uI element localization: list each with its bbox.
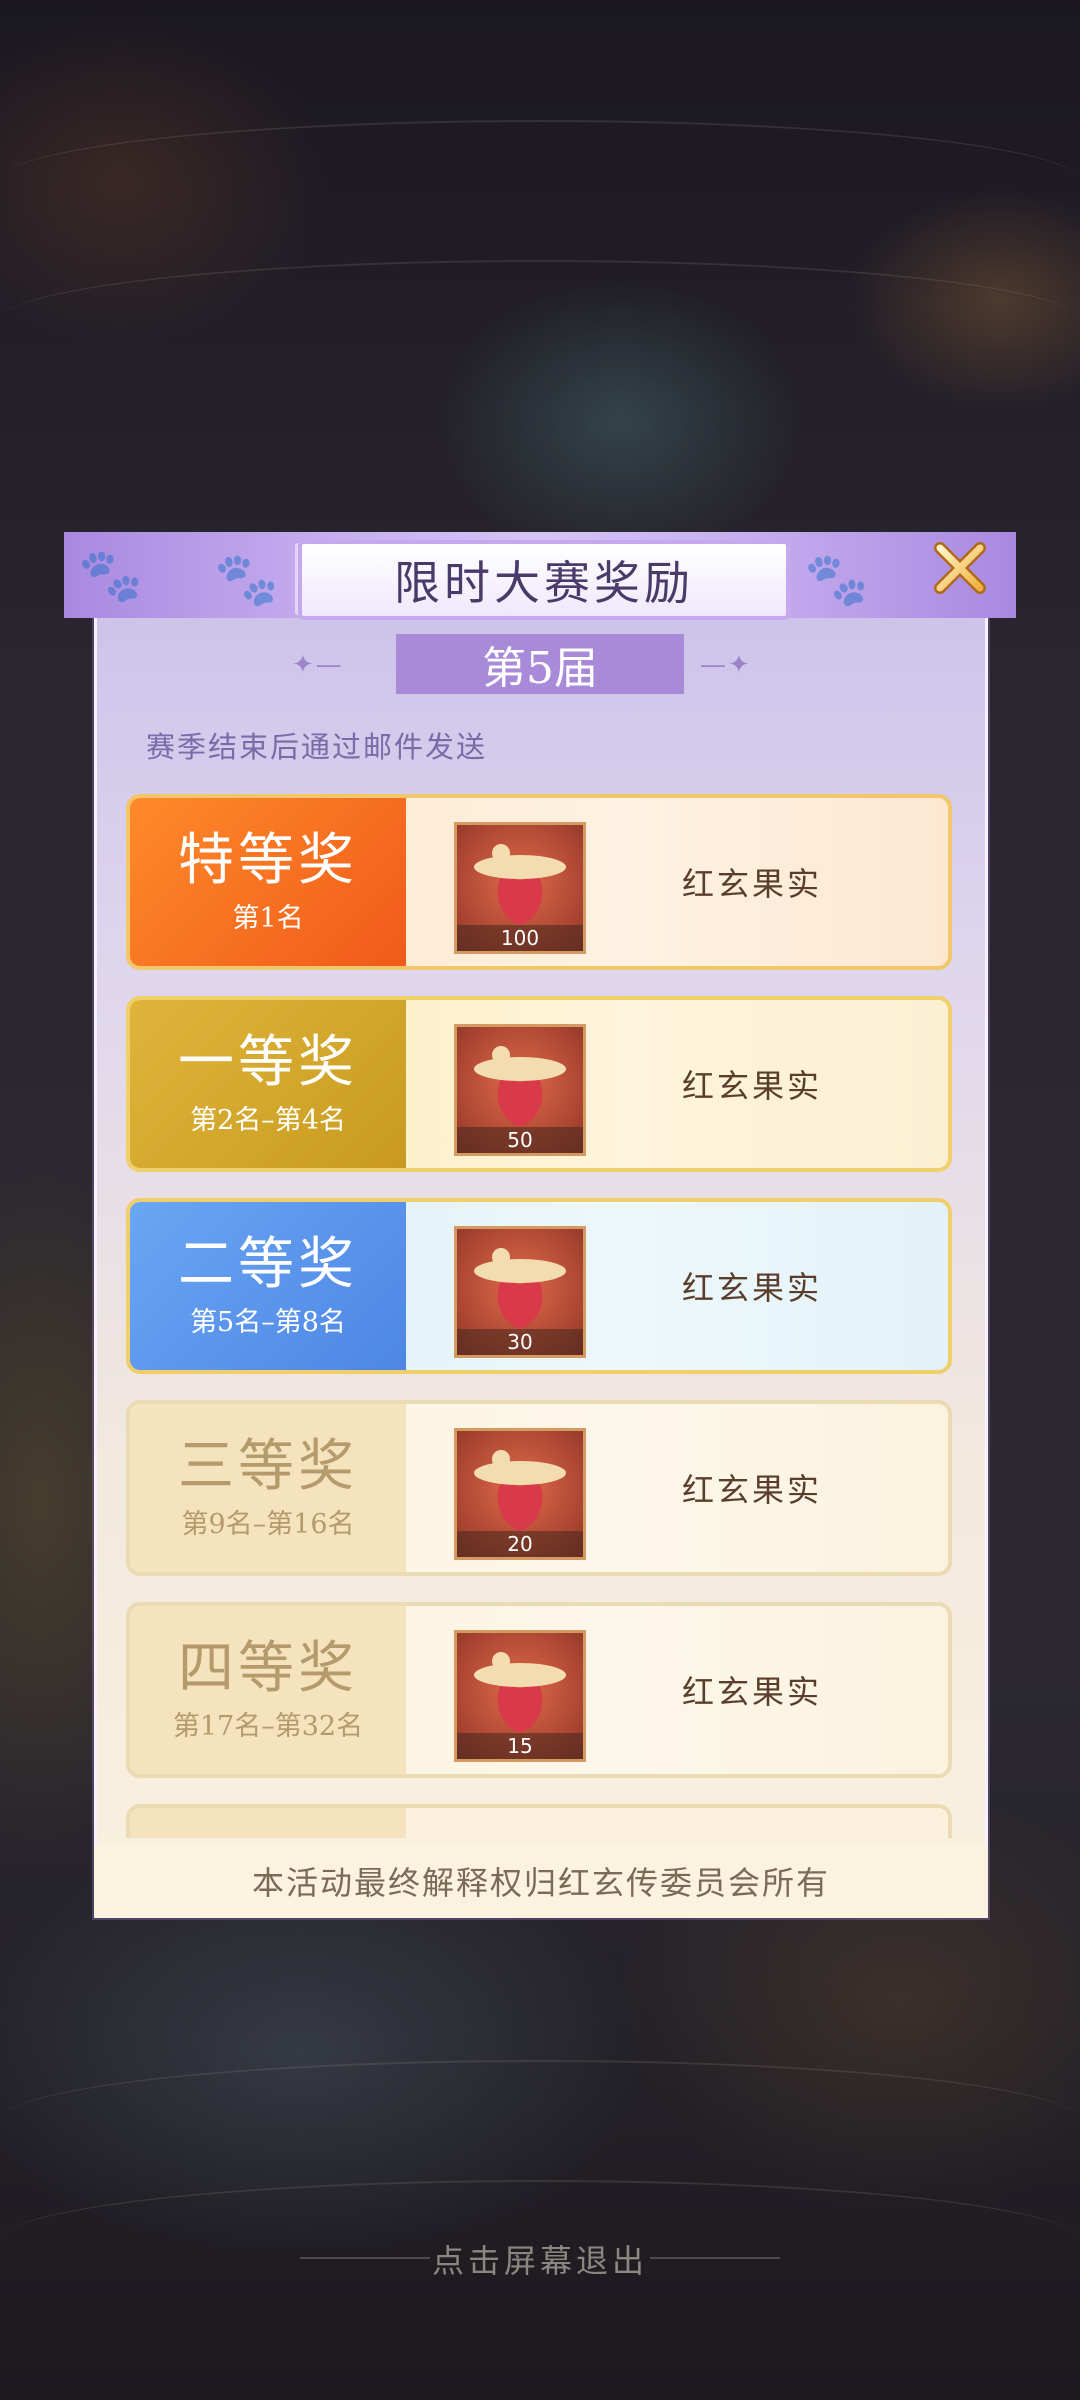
footer-note: 本活动最终解释权归红玄传委员会所有 — [94, 1844, 988, 1918]
rank-range: 第9名–第16名 — [181, 1508, 355, 1540]
reward-card-fourth: 四等奖 第17名–第32名 15 红玄果实 — [126, 1602, 952, 1778]
reward-card-special: 特等奖 第1名 100 红玄果实 — [126, 794, 952, 970]
item-count: 20 — [457, 1531, 583, 1557]
item-count: 100 — [457, 925, 583, 951]
reward-item[interactable]: 15 — [454, 1630, 586, 1762]
dialog-title: 限时大赛奖励 — [298, 540, 790, 620]
item-count: 30 — [457, 1329, 583, 1355]
rank-title: 三等奖 — [178, 1434, 358, 1500]
exit-hint[interactable]: 点击屏幕退出 — [0, 2236, 1080, 2282]
rank-title: 二等奖 — [178, 1232, 358, 1298]
reward-list[interactable]: 特等奖 第1名 100 红玄果实 一等奖 第2名–第4名 50 红玄果实 二等奖… — [126, 794, 952, 1838]
divider — [650, 2257, 780, 2259]
reward-item[interactable]: 100 — [454, 822, 586, 954]
rank-title: 一等奖 — [178, 1030, 358, 1096]
rank-title: 特等奖 — [178, 828, 358, 894]
paw-icon: 🐾 — [78, 546, 143, 606]
item-name: 红玄果实 — [682, 1067, 823, 1105]
ornament-right: —✦ — [700, 650, 752, 680]
rank-badge: 二等奖 第5名–第8名 — [130, 1202, 406, 1370]
background-wave — [0, 120, 1080, 242]
item-name: 红玄果实 — [682, 1269, 823, 1307]
item-name: 红玄果实 — [682, 1673, 823, 1711]
red-fruit-icon — [474, 1450, 566, 1531]
rank-range: 第5名–第8名 — [190, 1306, 346, 1338]
rank-range: 第17名–第32名 — [172, 1710, 364, 1742]
rank-badge: 四等奖 第17名–第32名 — [130, 1606, 406, 1774]
reward-item[interactable]: 20 — [454, 1428, 586, 1560]
reward-card-partial — [126, 1804, 952, 1838]
reward-card-third: 三等奖 第9名–第16名 20 红玄果实 — [126, 1400, 952, 1576]
item-count: 50 — [457, 1127, 583, 1153]
paw-icon: 🐾 — [804, 550, 869, 610]
background-wave — [0, 2060, 1080, 2182]
item-name: 红玄果实 — [682, 1471, 823, 1509]
season-label: 第5届 — [396, 634, 684, 694]
rank-badge: 一等奖 第2名–第4名 — [130, 1000, 406, 1168]
rank-badge: 三等奖 第9名–第16名 — [130, 1404, 406, 1572]
rank-badge: 特等奖 第1名 — [130, 798, 406, 966]
close-button[interactable] — [932, 540, 988, 596]
reward-card-second: 二等奖 第5名–第8名 30 红玄果实 — [126, 1198, 952, 1374]
reward-item[interactable]: 50 — [454, 1024, 586, 1156]
red-fruit-icon — [474, 1248, 566, 1329]
rank-title: 四等奖 — [178, 1636, 358, 1702]
background-wave — [0, 260, 1080, 382]
close-icon — [934, 542, 986, 594]
item-count: 15 — [457, 1733, 583, 1759]
item-name: 红玄果实 — [682, 865, 823, 903]
reward-card-first: 一等奖 第2名–第4名 50 红玄果实 — [126, 996, 952, 1172]
red-fruit-icon — [474, 844, 566, 925]
red-fruit-icon — [474, 1652, 566, 1733]
delivery-note: 赛季结束后通过邮件发送 — [146, 730, 488, 764]
red-fruit-icon — [474, 1046, 566, 1127]
rank-range: 第1名 — [232, 902, 304, 934]
paw-icon: 🐾 — [214, 550, 279, 610]
ornament-left: ✦— — [292, 650, 344, 680]
rank-badge — [130, 1808, 406, 1838]
reward-item[interactable]: 30 — [454, 1226, 586, 1358]
rank-range: 第2名–第4名 — [190, 1104, 346, 1136]
